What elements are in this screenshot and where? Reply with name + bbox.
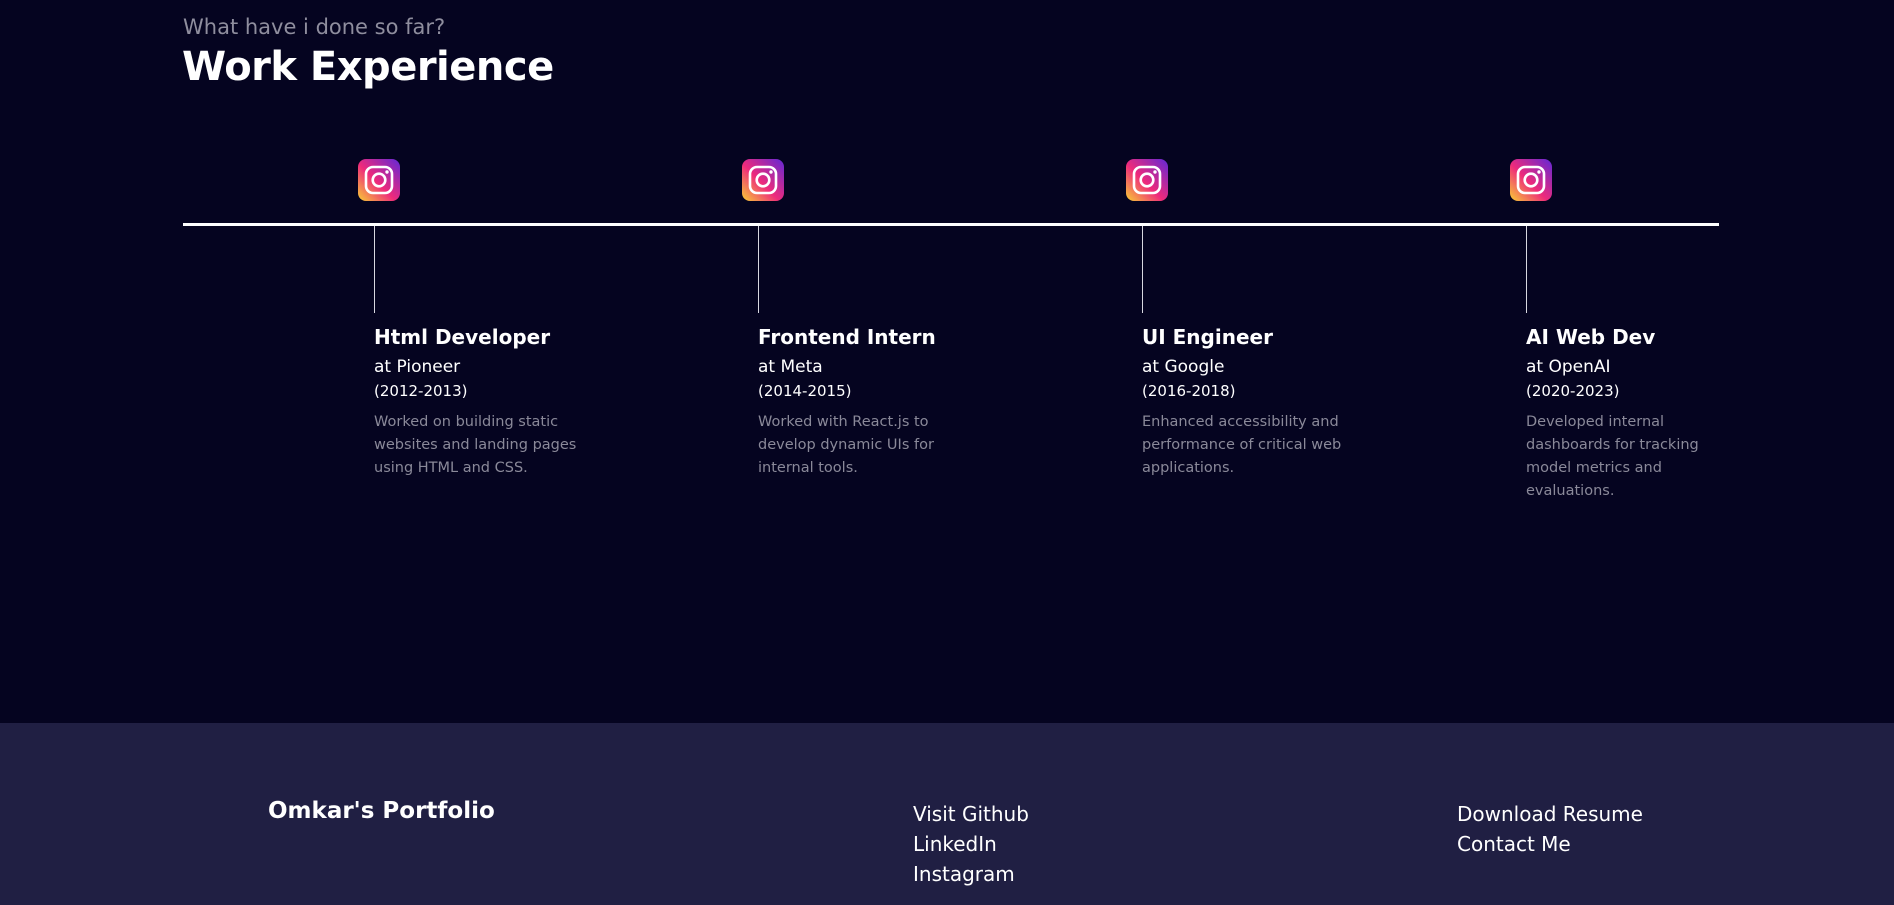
job-company: at Meta bbox=[758, 357, 823, 377]
instagram-link[interactable]: Instagram bbox=[913, 859, 1029, 889]
footer-links-social: Visit Github LinkedIn Instagram bbox=[913, 799, 1029, 889]
job-description: Worked on building static websites and l… bbox=[374, 414, 577, 476]
experience-item-4: AI Web Dev at OpenAI (2020-2023) Develop… bbox=[1510, 0, 1776, 520]
instagram-icon bbox=[358, 159, 400, 201]
job-period: (2014-2015) bbox=[758, 382, 852, 400]
instagram-icon bbox=[742, 159, 784, 201]
instagram-icon bbox=[1510, 159, 1552, 201]
timeline-tick bbox=[758, 226, 759, 313]
github-link[interactable]: Visit Github bbox=[913, 799, 1029, 829]
experience-item-2: Frontend Intern at Meta (2014-2015) Work… bbox=[742, 0, 1008, 520]
download-resume-link[interactable]: Download Resume bbox=[1457, 799, 1643, 829]
job-company: at Google bbox=[1142, 357, 1225, 377]
job-role: Frontend Intern bbox=[758, 325, 936, 349]
job-description: Developed internal dashboards for tracki… bbox=[1526, 414, 1699, 499]
footer-brand: Omkar's Portfolio bbox=[268, 798, 495, 824]
timeline-tick bbox=[1526, 226, 1527, 313]
experience-item-3: UI Engineer at Google (2016-2018) Enhanc… bbox=[1126, 0, 1392, 520]
job-period: (2020-2023) bbox=[1526, 382, 1620, 400]
footer-links-actions: Download Resume Contact Me bbox=[1457, 799, 1643, 859]
job-description: Worked with React.js to develop dynamic … bbox=[758, 414, 934, 476]
job-description: Enhanced accessibility and performance o… bbox=[1142, 414, 1342, 476]
job-role: Html Developer bbox=[374, 325, 551, 349]
job-period: (2016-2018) bbox=[1142, 382, 1236, 400]
linkedin-link[interactable]: LinkedIn bbox=[913, 829, 1029, 859]
timeline-tick bbox=[374, 226, 375, 313]
job-company: at Pioneer bbox=[374, 357, 461, 377]
footer: Omkar's Portfolio Visit Github LinkedIn … bbox=[0, 723, 1894, 905]
contact-me-link[interactable]: Contact Me bbox=[1457, 829, 1643, 859]
job-role: AI Web Dev bbox=[1526, 325, 1656, 349]
work-experience-section: What have i done so far? Work Experience… bbox=[0, 0, 1894, 723]
experience-item-1: Html Developer at Pioneer (2012-2013) Wo… bbox=[358, 0, 624, 520]
timeline-tick bbox=[1142, 226, 1143, 313]
instagram-icon bbox=[1126, 159, 1168, 201]
job-company: at OpenAI bbox=[1526, 357, 1611, 377]
job-period: (2012-2013) bbox=[374, 382, 468, 400]
job-role: UI Engineer bbox=[1142, 325, 1273, 349]
